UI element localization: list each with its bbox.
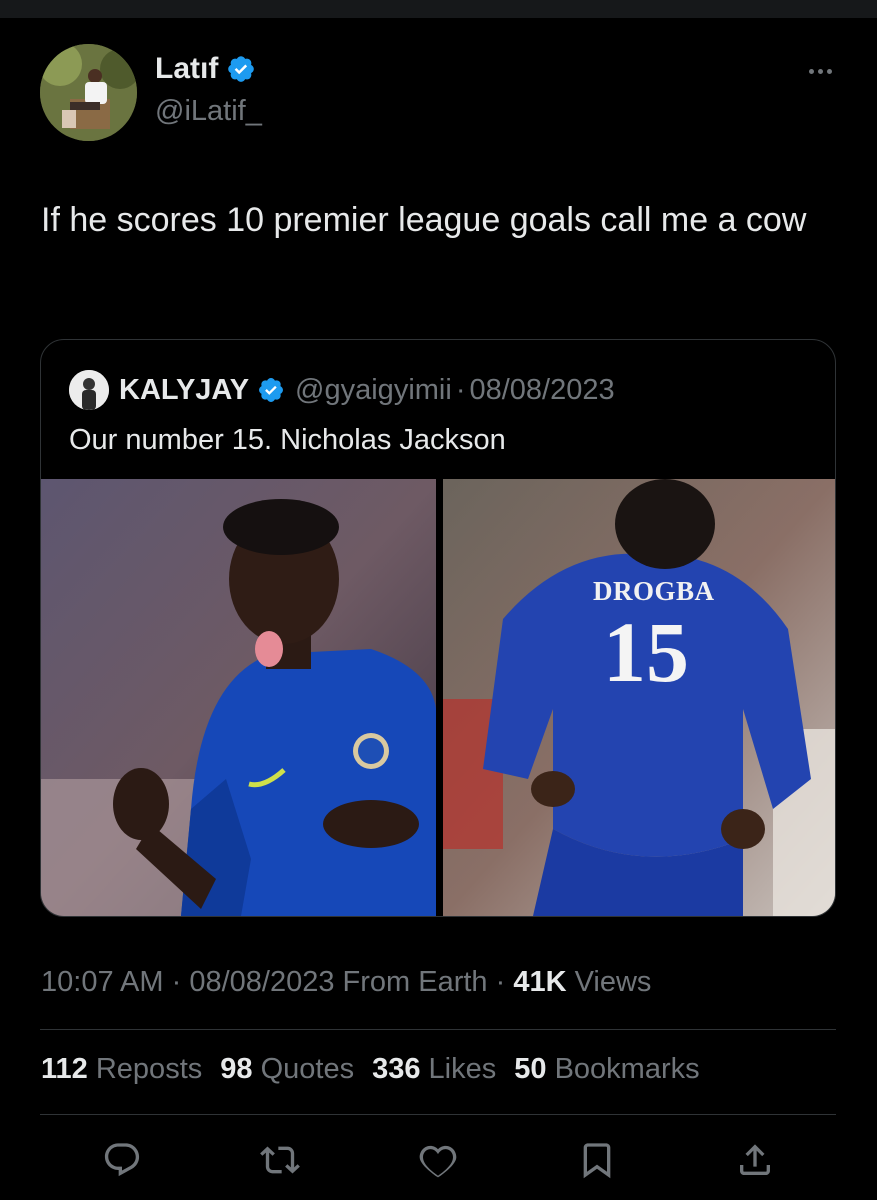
action-bar <box>0 1136 877 1186</box>
verified-badge-icon <box>228 56 255 82</box>
bookmark-icon <box>583 1143 611 1179</box>
tweet-time[interactable]: 10:07 AM <box>41 966 164 998</box>
quotes-label: Quotes <box>260 1053 355 1085</box>
author-avatar[interactable] <box>40 44 137 141</box>
divider <box>40 1029 836 1030</box>
quotes-stat[interactable]: 98 Quotes <box>220 1053 354 1086</box>
verified-badge-icon <box>259 378 284 402</box>
jersey-number: 15 <box>603 604 689 700</box>
likes-count: 336 <box>372 1053 421 1085</box>
views-label: Views <box>566 966 652 998</box>
quoted-avatar <box>69 370 109 410</box>
views-count: 41K <box>513 966 567 998</box>
reply-button[interactable] <box>100 1136 144 1184</box>
jersey-name: DROGBA <box>593 576 715 606</box>
quoted-separator: · <box>455 373 466 406</box>
share-button[interactable] <box>733 1136 777 1184</box>
meta-separator: · <box>163 966 190 998</box>
author-handle[interactable]: @iLatif_ <box>155 95 262 128</box>
meta-separator: · <box>487 966 514 998</box>
share-icon <box>740 1144 770 1175</box>
tweet-meta: 10:07 AM · 08/08/2023 From Earth · 41K V… <box>41 966 651 999</box>
more-button[interactable] <box>800 56 840 86</box>
divider <box>40 1114 836 1115</box>
quoted-header: KALYJAY @gyaigyimii · 08/08/2023 <box>69 370 615 410</box>
media-photo-jackson[interactable] <box>41 479 436 916</box>
bookmark-button[interactable] <box>575 1136 619 1184</box>
more-icon-dot <box>817 68 823 74</box>
reposts-stat[interactable]: 112 Reposts <box>41 1053 202 1086</box>
more-icon-dot <box>826 68 832 74</box>
author-avatar-photo <box>40 44 137 141</box>
quoted-text: Our number 15. Nicholas Jackson <box>69 424 506 456</box>
repost-button[interactable] <box>258 1136 302 1184</box>
author-name[interactable]: Latıf <box>155 52 218 86</box>
tweet-text: If he scores 10 premier league goals cal… <box>41 201 807 239</box>
quoted-date: 08/08/2023 <box>469 373 615 406</box>
like-icon <box>419 1145 457 1178</box>
quotes-count: 98 <box>220 1053 253 1085</box>
status-bar <box>0 0 877 18</box>
bookmarks-stat[interactable]: 50 Bookmarks <box>514 1053 699 1086</box>
author-name-row[interactable]: Latıf <box>155 52 256 86</box>
likes-stat[interactable]: 336 Likes <box>372 1053 496 1086</box>
quoted-tweet[interactable]: KALYJAY @gyaigyimii · 08/08/2023 Our num… <box>40 339 836 917</box>
engagement-stats: 112 Reposts 98 Quotes 336 Likes 50 Bookm… <box>41 1053 700 1086</box>
quoted-media[interactable]: DROGBA 15 <box>41 479 835 916</box>
media-photo-drogba[interactable]: DROGBA 15 <box>443 479 835 916</box>
reposts-count: 112 <box>41 1053 88 1085</box>
quoted-author-handle: @gyaigyimii <box>295 373 452 406</box>
bookmarks-count: 50 <box>514 1053 547 1085</box>
quoted-author-name: KALYJAY <box>119 373 250 406</box>
likes-label: Likes <box>428 1053 497 1085</box>
like-button[interactable] <box>416 1136 460 1184</box>
repost-icon <box>260 1146 300 1174</box>
bookmarks-label: Bookmarks <box>554 1053 700 1085</box>
tweet-date[interactable]: 08/08/2023 <box>189 966 334 998</box>
reply-icon <box>104 1143 140 1177</box>
tweet-source: From Earth <box>334 966 488 998</box>
reposts-label: Reposts <box>95 1053 203 1085</box>
more-icon <box>808 68 814 74</box>
